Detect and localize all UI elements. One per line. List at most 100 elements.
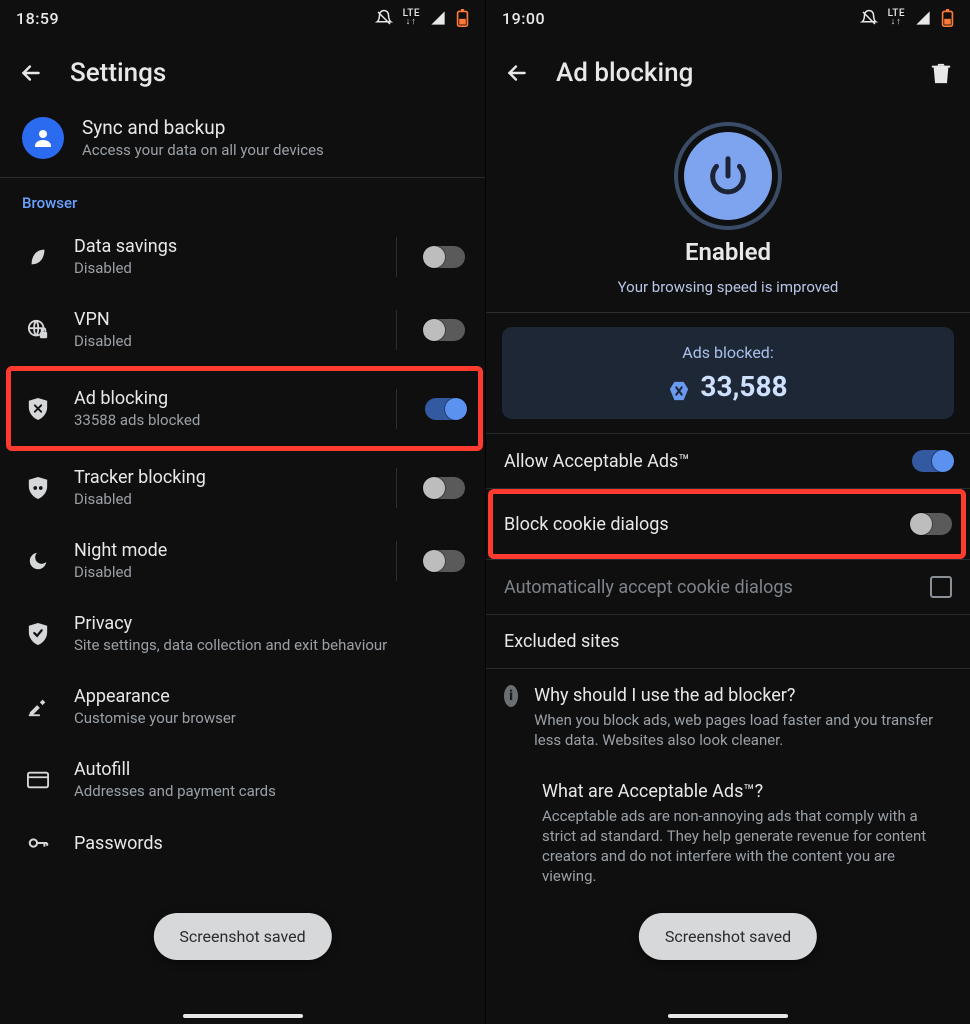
page-title: Ad blocking [556, 58, 693, 88]
toggle-block-cookie-dialogs[interactable] [912, 513, 952, 535]
item-title: Night mode [74, 540, 374, 561]
delete-button[interactable] [930, 61, 952, 85]
battery-icon [456, 9, 469, 27]
faq-answer: Acceptable ads are non-annoying ads that… [542, 806, 952, 887]
divider [396, 389, 397, 429]
item-subtitle: Addresses and payment cards [74, 782, 465, 800]
leaf-icon [24, 246, 52, 268]
avatar-icon [22, 117, 64, 159]
sync-subtitle: Access your data on all your devices [82, 141, 324, 159]
item-title: Tracker blocking [74, 467, 374, 488]
app-bar: Ad blocking [486, 36, 970, 108]
faq-why-adblocker: i Why should I use the ad blocker? When … [486, 668, 970, 767]
phone-settings: 18:59 LTE ↓↑ Settings [0, 0, 485, 1024]
globe-lock-icon [24, 319, 52, 341]
toggle-vpn[interactable] [425, 319, 465, 341]
section-browser: Browser [0, 178, 485, 220]
status-bar: 18:59 LTE ↓↑ [0, 0, 485, 36]
sync-title: Sync and backup [82, 116, 324, 139]
item-tracker-blocking[interactable]: Tracker blocking Disabled [0, 451, 485, 524]
divider [396, 541, 397, 581]
item-subtitle: 33588 ads blocked [74, 411, 374, 429]
item-subtitle: Site settings, data collection and exit … [74, 636, 465, 654]
sync-row[interactable]: Sync and backup Access your data on all … [0, 108, 485, 177]
checkbox-auto-accept [930, 576, 952, 598]
network-lte-icon: LTE ↓↑ [403, 9, 420, 27]
row-excluded-sites[interactable]: Excluded sites [486, 614, 970, 668]
row-label: Block cookie dialogs [504, 514, 669, 535]
row-block-cookie-dialogs[interactable]: Block cookie dialogs [486, 488, 970, 559]
item-title: Passwords [74, 833, 465, 854]
phone-ad-blocking: 19:00 LTE↓↑ Ad blocking [485, 0, 970, 1024]
page-title: Settings [70, 58, 166, 88]
battery-icon [941, 9, 954, 27]
app-bar: Settings [0, 36, 485, 108]
signal-icon [430, 10, 446, 26]
back-button[interactable] [18, 60, 44, 86]
item-title: Ad blocking [74, 388, 374, 409]
toggle-acceptable-ads[interactable] [912, 450, 952, 472]
item-night-mode[interactable]: Night mode Disabled [0, 524, 485, 597]
item-title: VPN [74, 309, 374, 330]
toast-screenshot-saved: Screenshot saved [639, 913, 817, 960]
item-subtitle: Disabled [74, 563, 374, 581]
info-icon: i [504, 685, 518, 707]
key-icon [24, 832, 52, 854]
item-appearance[interactable]: Appearance Customise your browser [0, 670, 485, 743]
item-subtitle: Disabled [74, 259, 374, 277]
divider [396, 237, 397, 277]
row-label: Excluded sites [504, 631, 619, 652]
item-title: Appearance [74, 686, 465, 707]
row-label: Automatically accept cookie dialogs [504, 577, 793, 598]
item-title: Autofill [74, 759, 465, 780]
tracker-icon [24, 476, 52, 500]
item-subtitle: Disabled [74, 490, 374, 508]
toast-screenshot-saved: Screenshot saved [153, 913, 331, 960]
shield-x-icon [24, 397, 52, 421]
ads-blocked-card: Ads blocked: 33,588 [502, 327, 954, 419]
item-subtitle: Customise your browser [74, 709, 465, 727]
card-icon [24, 771, 52, 789]
notifications-muted-icon [860, 9, 878, 27]
toggle-data-savings[interactable] [425, 246, 465, 268]
faq-answer: When you block ads, web pages load faste… [534, 710, 952, 751]
status-bar: 19:00 LTE↓↑ [486, 0, 970, 36]
adblock-hero: Enabled Your browsing speed is improved [486, 108, 970, 312]
faq-question: What are Acceptable Ads™? [542, 781, 952, 802]
notifications-muted-icon [375, 9, 393, 27]
row-label: Allow Acceptable Ads™ [504, 451, 690, 472]
network-lte-icon: LTE↓↑ [888, 9, 905, 27]
item-subtitle: Disabled [74, 332, 374, 350]
item-autofill[interactable]: Autofill Addresses and payment cards [0, 743, 485, 816]
item-data-savings[interactable]: Data savings Disabled [0, 220, 485, 293]
brush-icon [24, 696, 52, 718]
ads-blocked-value: 33,588 [700, 370, 787, 403]
item-ad-blocking[interactable]: Ad blocking 33588 ads blocked [0, 366, 485, 451]
divider [396, 468, 397, 508]
divider [396, 310, 397, 350]
enabled-label: Enabled [685, 238, 771, 266]
row-acceptable-ads[interactable]: Allow Acceptable Ads™ [486, 433, 970, 488]
item-privacy[interactable]: Privacy Site settings, data collection an… [0, 597, 485, 670]
hex-x-icon [668, 376, 690, 398]
faq-acceptable-ads: What are Acceptable Ads™? Acceptable ads… [486, 767, 970, 887]
toggle-night-mode[interactable] [425, 550, 465, 572]
toggle-ad-blocking[interactable] [425, 398, 465, 420]
status-time: 19:00 [502, 9, 545, 28]
signal-icon [915, 10, 931, 26]
toggle-tracker-blocking[interactable] [425, 477, 465, 499]
faq-question: Why should I use the ad blocker? [534, 685, 952, 706]
shield-check-icon [24, 622, 52, 646]
divider [486, 312, 970, 313]
ads-blocked-label: Ads blocked: [682, 343, 773, 362]
item-title: Privacy [74, 613, 465, 634]
back-button[interactable] [504, 60, 530, 86]
item-passwords[interactable]: Passwords [0, 816, 485, 870]
nav-bar[interactable] [486, 1014, 970, 1018]
item-vpn[interactable]: VPN Disabled [0, 293, 485, 366]
enabled-subtitle: Your browsing speed is improved [618, 278, 839, 296]
power-toggle[interactable] [678, 126, 778, 226]
row-auto-accept-cookie: Automatically accept cookie dialogs [486, 559, 970, 614]
item-title: Data savings [74, 236, 374, 257]
nav-bar[interactable] [0, 1014, 485, 1018]
